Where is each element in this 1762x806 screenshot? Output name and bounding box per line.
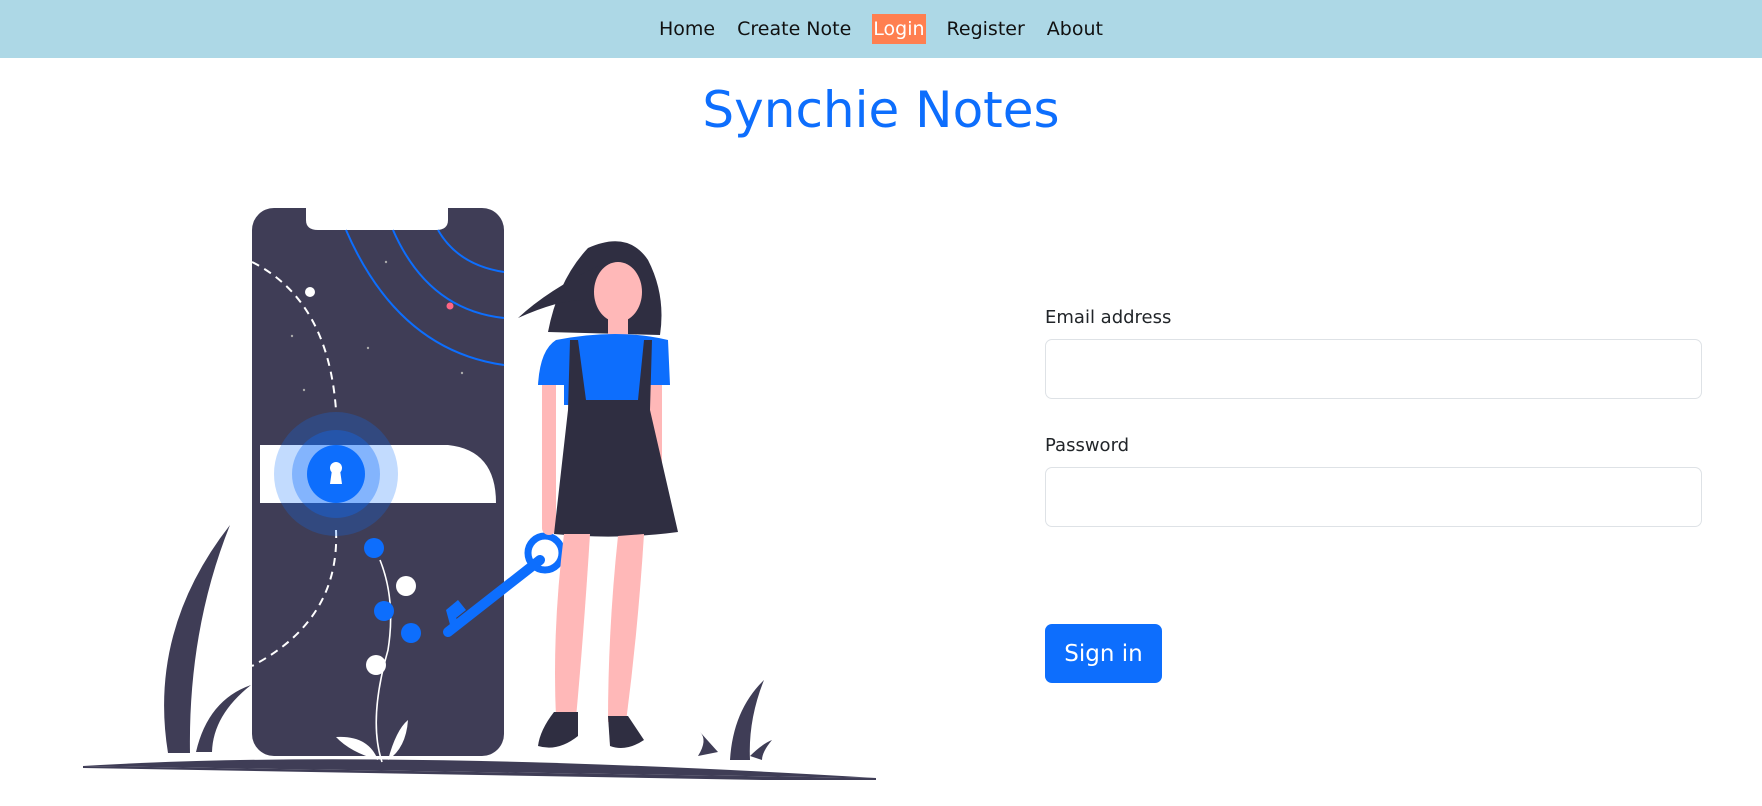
flower-dot-blue [374, 601, 394, 621]
phone-notch [306, 208, 448, 230]
nav-about-link[interactable]: About [1046, 14, 1104, 44]
left-grass-leaf [196, 685, 251, 752]
key-ring [524, 532, 566, 574]
flower-dot-blue [401, 623, 421, 643]
flower-dot-white [396, 576, 416, 596]
password-field-group: Password [1045, 433, 1702, 527]
star-dot [384, 260, 388, 264]
page-title: Synchie Notes [702, 81, 1060, 139]
password-input[interactable] [1045, 467, 1702, 527]
star-dot [305, 287, 315, 297]
nav-create-note-link[interactable]: Create Note [736, 14, 852, 44]
nav-login-link[interactable]: Login [872, 14, 926, 44]
password-label: Password [1045, 435, 1130, 456]
right-grass-leaf [698, 732, 718, 756]
star-dot-red [446, 302, 454, 310]
woman-shoe [538, 712, 578, 748]
woman-face [594, 262, 642, 322]
woman-shoe [608, 716, 644, 748]
right-grass-leaf-2 [750, 740, 772, 760]
top-navbar: Home Create Note Login Register About [0, 0, 1762, 58]
flower-dot-white [366, 655, 386, 675]
woman-arm [542, 370, 556, 535]
star-dot [366, 346, 370, 350]
email-field-group: Email address [1045, 305, 1702, 399]
woman-neck [608, 316, 628, 336]
nav-register-link[interactable]: Register [946, 14, 1026, 44]
email-input[interactable] [1045, 339, 1702, 399]
email-label: Email address [1045, 307, 1172, 328]
flower-dot-blue [364, 538, 384, 558]
woman-leg [608, 534, 644, 722]
star-dot [302, 388, 306, 392]
login-form: Email address Password [1045, 305, 1702, 561]
keyhole-icon-stem [330, 470, 342, 484]
star-dot [460, 371, 464, 375]
sign-in-button[interactable]: Sign in [1045, 624, 1162, 683]
star-dot [290, 334, 294, 338]
nav-home-link[interactable]: Home [658, 14, 716, 44]
security-illustration [83, 208, 876, 780]
